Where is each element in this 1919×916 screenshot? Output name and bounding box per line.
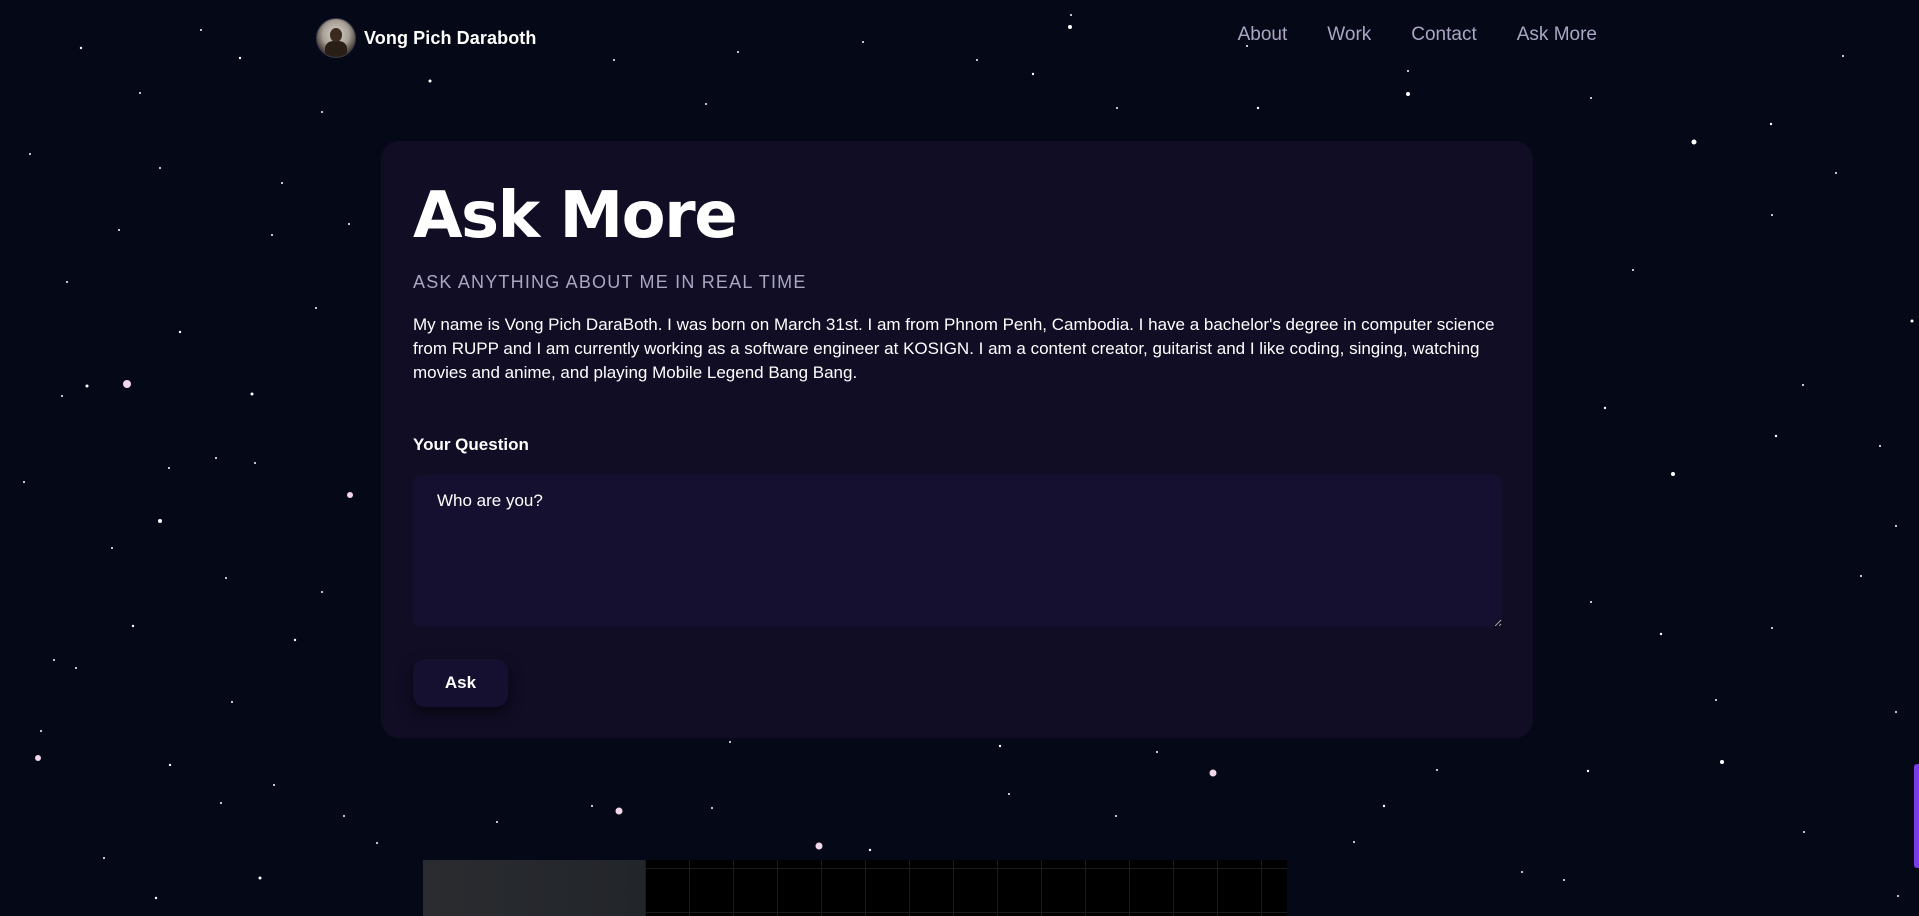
intro-paragraph: My name is Vong Pich DaraBoth. I was bor… bbox=[413, 315, 1495, 382]
nav-link-ask-more[interactable]: Ask More bbox=[1517, 24, 1597, 46]
avatar bbox=[316, 18, 356, 58]
question-label: Your Question bbox=[413, 435, 529, 454]
nav-link-work[interactable]: Work bbox=[1327, 24, 1371, 46]
nav-link-about[interactable]: About bbox=[1238, 24, 1288, 46]
ask-more-card: Ask More ASK ANYTHING ABOUT ME IN REAL T… bbox=[381, 141, 1533, 738]
preview-grid bbox=[645, 860, 1287, 916]
work-preview-image bbox=[423, 860, 1287, 916]
scroll-indicator[interactable] bbox=[1914, 764, 1919, 868]
section-subtitle: ASK ANYTHING ABOUT ME IN REAL TIME bbox=[413, 272, 807, 292]
nav-links: About Work Contact Ask More bbox=[1238, 24, 1597, 46]
preview-panel bbox=[423, 860, 645, 916]
nav-link-contact[interactable]: Contact bbox=[1411, 24, 1476, 46]
section-title: Ask More bbox=[413, 179, 738, 253]
brand-logo-link[interactable]: Vong Pich Daraboth bbox=[316, 18, 536, 58]
brand-name: Vong Pich Daraboth bbox=[364, 27, 537, 48]
question-input[interactable]: Who are you? bbox=[413, 475, 1502, 627]
top-navigation: Vong Pich Daraboth About Work Contact As… bbox=[0, 0, 1919, 74]
ask-button[interactable]: Ask bbox=[413, 659, 508, 707]
